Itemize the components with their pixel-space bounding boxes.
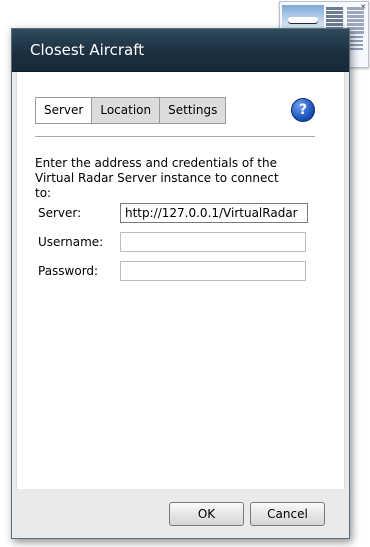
server-label: Server: xyxy=(38,206,82,220)
tab-server[interactable]: Server xyxy=(35,97,93,124)
dialog-content: Server Location Settings ? Enter the add… xyxy=(16,72,345,489)
tab-settings[interactable]: Settings xyxy=(159,97,227,124)
ok-button[interactable]: OK xyxy=(169,502,244,526)
detail-row xyxy=(326,11,364,14)
username-input[interactable] xyxy=(120,232,306,252)
intro-text: Enter the address and credentials of the… xyxy=(35,156,279,200)
password-input[interactable] xyxy=(120,261,306,281)
username-row: Username: xyxy=(38,232,306,252)
divider xyxy=(35,136,315,137)
username-label: Username: xyxy=(38,235,104,249)
title-bar[interactable]: Closest Aircraft xyxy=(12,29,349,72)
server-row: Server: xyxy=(38,203,308,223)
dialog-title: Closest Aircraft xyxy=(30,41,145,59)
tab-location[interactable]: Location xyxy=(91,97,161,124)
tab-strip: Server Location Settings xyxy=(35,97,227,124)
password-label: Password: xyxy=(38,264,99,278)
button-bar: OK Cancel xyxy=(12,489,349,538)
detail-row xyxy=(326,15,364,18)
detail-row xyxy=(326,23,364,26)
detail-row xyxy=(326,19,364,22)
help-icon[interactable]: ? xyxy=(291,98,315,122)
cancel-button[interactable]: Cancel xyxy=(250,502,325,526)
closest-aircraft-dialog: Closest Aircraft Server Location Setting… xyxy=(11,28,350,539)
detail-row xyxy=(326,7,364,10)
password-row: Password: xyxy=(38,261,306,281)
server-input[interactable] xyxy=(120,203,308,223)
